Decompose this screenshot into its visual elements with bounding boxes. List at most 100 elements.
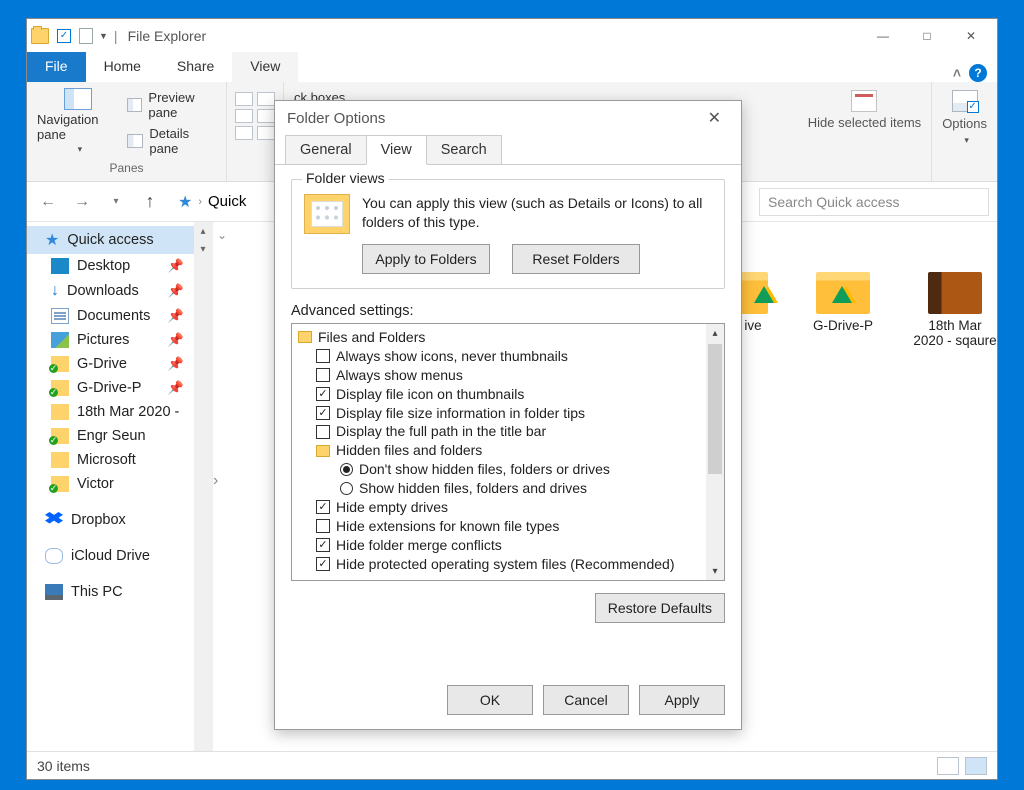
minimize-button[interactable]: — [861, 21, 905, 51]
tab-share[interactable]: Share [159, 52, 232, 82]
qat-document-icon[interactable] [79, 28, 93, 44]
collapse-ribbon-icon[interactable]: ˄ [953, 65, 961, 81]
scroll-up-icon[interactable]: ▴ [194, 222, 212, 240]
sidebar-item-dropbox[interactable]: Dropbox [27, 508, 212, 532]
dialog-close-button[interactable]: ✕ [700, 104, 729, 132]
sidebar-item-quick-access[interactable]: ★ Quick access [27, 226, 212, 254]
option-always-icons[interactable]: Always show icons, never thumbnails [298, 347, 704, 366]
sidebar-item-desktop[interactable]: Desktop📌 [27, 254, 212, 278]
radio-selected-icon[interactable] [340, 463, 353, 476]
ok-button[interactable]: OK [447, 685, 533, 715]
details-pane-icon [127, 134, 144, 148]
maximize-button[interactable]: □ [905, 21, 949, 51]
folder-views-text: You can apply this view (such as Details… [362, 194, 712, 234]
option-hide-empty-drives[interactable]: ✓Hide empty drives [298, 498, 704, 517]
folder-views-group: Folder views You can apply this view (su… [291, 179, 725, 289]
radio-icon[interactable] [340, 482, 353, 495]
scroll-down-icon[interactable]: ▾ [706, 562, 724, 580]
sidebar-item-gdrivep[interactable]: G-Drive-P📌 [27, 376, 212, 400]
forward-button[interactable]: → [69, 189, 95, 215]
view-details-toggle[interactable] [937, 757, 959, 775]
option-display-full-path[interactable]: Display the full path in the title bar [298, 422, 704, 441]
breadcrumb[interactable]: ★ › Quick [171, 188, 253, 216]
cancel-button[interactable]: Cancel [543, 685, 629, 715]
sidebar-item-engr-seun[interactable]: Engr Seun [27, 424, 212, 448]
checkbox-icon[interactable] [316, 349, 330, 363]
advanced-settings-tree[interactable]: Files and Folders Always show icons, nev… [292, 324, 706, 580]
sidebar-item-label: This PC [71, 584, 123, 600]
dropbox-icon [45, 512, 63, 528]
preview-pane-button[interactable]: Preview pane [127, 88, 216, 122]
pin-icon: 📌 [168, 380, 184, 396]
sidebar-item-documents[interactable]: Documents📌 [27, 304, 212, 328]
checkbox-icon[interactable] [316, 519, 330, 533]
apply-to-folders-button[interactable]: Apply to Folders [362, 244, 490, 274]
checkbox-icon[interactable] [316, 425, 330, 439]
sidebar-item-label: Desktop [77, 258, 130, 274]
reset-folders-button[interactable]: Reset Folders [512, 244, 640, 274]
folder-icon [51, 452, 69, 468]
sidebar-item-18th-mar[interactable]: 18th Mar 2020 - [27, 400, 212, 424]
file-item-18th-mar[interactable]: 18th Mar 2020 - sqaure [913, 272, 997, 348]
scroll-thumb[interactable] [708, 344, 722, 474]
option-display-size-tips[interactable]: ✓Display file size information in folder… [298, 404, 704, 423]
option-hide-merge-conflicts[interactable]: ✓Hide folder merge conflicts [298, 536, 704, 555]
sidebar-item-pictures[interactable]: Pictures📌 [27, 328, 212, 352]
tab-general[interactable]: General [285, 135, 367, 165]
file-item-label: ive [744, 318, 761, 333]
qat-checkbox-icon[interactable]: ✓ [57, 29, 71, 43]
sidebar-item-downloads[interactable]: ↓Downloads📌 [27, 278, 212, 304]
option-display-icon-thumbnails[interactable]: ✓Display file icon on thumbnails [298, 385, 704, 404]
sidebar-item-gdrive[interactable]: G-Drive📌 [27, 352, 212, 376]
checkbox-checked-icon[interactable]: ✓ [316, 538, 330, 552]
tab-home[interactable]: Home [86, 52, 159, 82]
option-dont-show-hidden[interactable]: Don't show hidden files, folders or driv… [298, 460, 704, 479]
checkbox-checked-icon[interactable]: ✓ [316, 406, 330, 420]
file-item-gdrivep[interactable]: G-Drive-P [801, 272, 885, 348]
option-hide-extensions[interactable]: Hide extensions for known file types [298, 517, 704, 536]
scroll-up-icon[interactable]: ▴ [706, 324, 724, 342]
layout-group[interactable] [235, 88, 275, 140]
option-hide-protected[interactable]: ✓Hide protected operating system files (… [298, 555, 704, 574]
sidebar-item-icloud[interactable]: iCloud Drive [27, 544, 212, 568]
group-toggle-icon[interactable]: › [213, 472, 218, 490]
tab-file[interactable]: File [27, 52, 86, 82]
advanced-settings-box: Files and Folders Always show icons, nev… [291, 323, 725, 581]
history-dropdown-icon[interactable]: ▾ [103, 189, 129, 215]
tab-view[interactable]: View [366, 135, 427, 165]
checkbox-checked-icon[interactable]: ✓ [316, 557, 330, 571]
qat-dropdown-icon[interactable]: ▼ [99, 31, 108, 41]
sidebar-item-label: Documents [77, 308, 150, 324]
hide-selected-items-button[interactable]: Hide selected items [808, 88, 921, 131]
checkbox-icon[interactable] [316, 368, 330, 382]
view-large-icons-toggle[interactable] [965, 757, 987, 775]
help-icon[interactable]: ? [969, 64, 987, 82]
sidebar-item-microsoft[interactable]: Microsoft [27, 448, 212, 472]
details-pane-label: Details pane [149, 126, 216, 156]
folder-icon [816, 272, 870, 314]
checkbox-checked-icon[interactable]: ✓ [316, 387, 330, 401]
apply-button[interactable]: Apply [639, 685, 725, 715]
sidebar-item-victor[interactable]: Victor [27, 472, 212, 496]
details-pane-button[interactable]: Details pane [127, 124, 216, 158]
back-button[interactable]: ← [35, 189, 61, 215]
option-show-hidden[interactable]: Show hidden files, folders and drives [298, 479, 704, 498]
tab-view[interactable]: View [232, 52, 298, 82]
search-input[interactable]: Search Quick access [759, 188, 989, 216]
folder-views-icon [304, 194, 350, 234]
scroll-down-icon[interactable]: ▾ [194, 240, 212, 258]
tab-search[interactable]: Search [426, 135, 502, 165]
checkbox-checked-icon[interactable]: ✓ [316, 500, 330, 514]
navigation-pane-button[interactable]: Navigation pane ▾ [37, 88, 119, 158]
option-always-menus[interactable]: Always show menus [298, 366, 704, 385]
restore-defaults-button[interactable]: Restore Defaults [595, 593, 725, 623]
advanced-scrollbar[interactable]: ▴ ▾ [706, 324, 724, 580]
up-button[interactable]: ↑ [137, 189, 163, 215]
sidebar-item-label: 18th Mar 2020 - [77, 404, 179, 420]
sidebar-item-this-pc[interactable]: This PC [27, 580, 212, 604]
group-toggle-icon[interactable]: ⌄ [213, 228, 231, 242]
close-button[interactable]: ✕ [949, 21, 993, 51]
options-button[interactable]: Options ▾ [942, 88, 987, 146]
nav-scrollbar[interactable]: ▴ ▾ [194, 222, 212, 751]
folder-icon [738, 272, 768, 314]
